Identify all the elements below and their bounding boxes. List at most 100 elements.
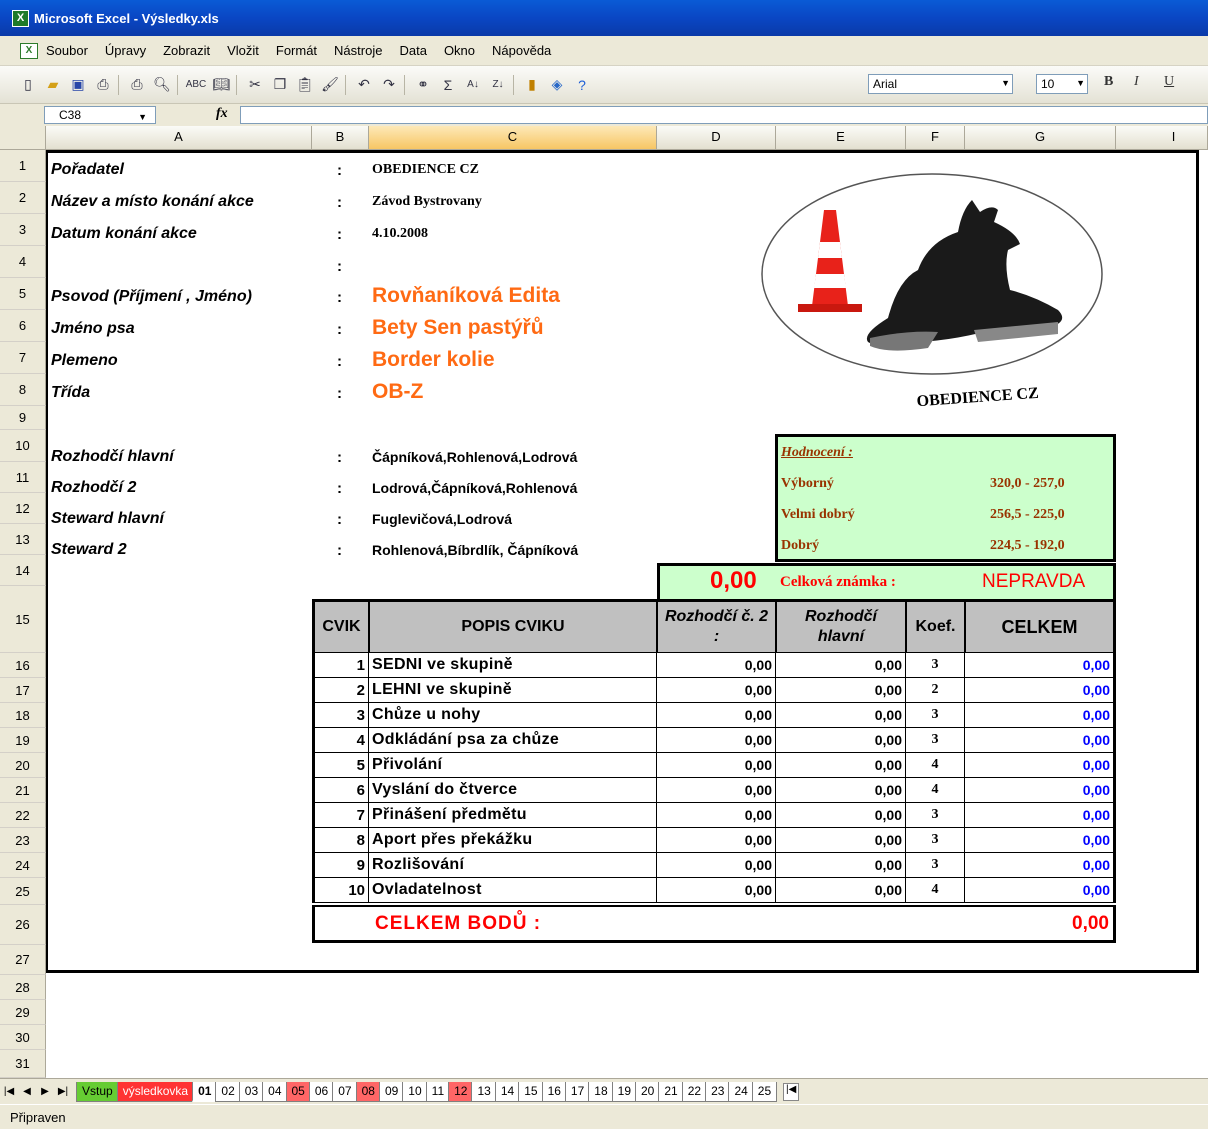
last-sheet-icon[interactable]: ▶| <box>54 1086 72 1097</box>
score-rozhodci-2[interactable]: 0,00 <box>657 728 776 753</box>
score-rozhodci-hlavni[interactable]: 0,00 <box>776 678 906 703</box>
row-header[interactable]: 19 <box>0 728 46 753</box>
research-icon[interactable]: 📖︎ <box>210 74 232 96</box>
row-total[interactable]: 0,00 <box>965 728 1116 753</box>
menu-vlozit[interactable]: Vložit <box>227 43 259 58</box>
sheet-tab[interactable]: 15 <box>518 1081 544 1102</box>
value-nazev[interactable]: Závod Bystrovany <box>372 190 482 214</box>
col-header-a[interactable]: A <box>46 126 312 150</box>
col-header-i[interactable]: I <box>1140 126 1208 150</box>
col-header-e[interactable]: E <box>776 126 906 150</box>
cvik-name[interactable]: Rozlišování <box>369 853 657 878</box>
sheet-tab[interactable]: 13 <box>471 1081 497 1102</box>
score-result[interactable]: NEPRAVDA <box>982 571 1085 593</box>
sheet-tab[interactable]: 09 <box>378 1081 405 1102</box>
row-total[interactable]: 0,00 <box>965 703 1116 728</box>
koeficient[interactable]: 3 <box>906 653 965 678</box>
row-header[interactable]: 3 <box>0 214 46 246</box>
row-header[interactable]: 30 <box>0 1025 46 1050</box>
formula-input[interactable] <box>240 106 1208 124</box>
score-rozhodci-hlavni[interactable]: 0,00 <box>776 753 906 778</box>
score-rozhodci-2[interactable]: 0,00 <box>657 828 776 853</box>
prev-sheet-icon[interactable]: ◀ <box>18 1086 36 1097</box>
col-header-f[interactable]: F <box>906 126 965 150</box>
row-header[interactable]: 16 <box>0 653 46 678</box>
row-header[interactable]: 22 <box>0 803 46 828</box>
cvik-number[interactable]: 1 <box>312 653 369 678</box>
value-steward-hlavni[interactable]: Fuglevičová,Lodrová <box>372 506 512 532</box>
chevron-down-icon[interactable]: ▼ <box>1001 78 1010 88</box>
koeficient[interactable]: 3 <box>906 803 965 828</box>
score-rozhodci-hlavni[interactable]: 0,00 <box>776 828 906 853</box>
score-rozhodci-hlavni[interactable]: 0,00 <box>776 803 906 828</box>
autosum-icon[interactable]: Σ <box>437 74 459 96</box>
row-header[interactable]: 7 <box>0 342 46 374</box>
score-rozhodci-hlavni[interactable]: 0,00 <box>776 853 906 878</box>
cut-icon[interactable]: ✂ <box>244 74 266 96</box>
value-psovod[interactable]: Rovňaníková Edita <box>372 282 560 310</box>
select-all-corner[interactable] <box>0 126 46 150</box>
permission-icon[interactable]: ⎙ <box>92 74 114 96</box>
menu-soubor[interactable]: Soubor <box>46 43 88 58</box>
row-header[interactable]: 12 <box>0 493 46 524</box>
format-painter-icon[interactable]: 🖌︎ <box>319 74 341 96</box>
score-rozhodci-hlavni[interactable]: 0,00 <box>776 703 906 728</box>
cvik-name[interactable]: LEHNI ve skupině <box>369 678 657 703</box>
sheet-tab[interactable]: 11 <box>425 1081 451 1102</box>
sort-desc-icon[interactable]: Z↓ <box>487 74 509 96</box>
sheet-tab[interactable]: 24 <box>728 1081 754 1102</box>
score-rozhodci-hlavni[interactable]: 0,00 <box>776 878 906 903</box>
cvik-number[interactable]: 3 <box>312 703 369 728</box>
koeficient[interactable]: 4 <box>906 878 965 903</box>
value-trida[interactable]: OB-Z <box>372 378 423 406</box>
row-header[interactable]: 11 <box>0 462 46 493</box>
row-header[interactable]: 20 <box>0 753 46 778</box>
row-header[interactable]: 2 <box>0 182 46 214</box>
paste-icon[interactable]: 📋︎ <box>294 74 316 96</box>
underline-button[interactable]: U <box>1164 74 1174 90</box>
row-header[interactable]: 25 <box>0 878 46 905</box>
row-header[interactable]: 23 <box>0 828 46 853</box>
sheet-tab[interactable]: 10 <box>402 1081 428 1102</box>
col-header-g[interactable]: G <box>965 126 1116 150</box>
sheet-tab[interactable]: 03 <box>238 1081 265 1102</box>
row-header[interactable]: 13 <box>0 524 46 555</box>
sheet-tab[interactable]: 12 <box>448 1081 474 1102</box>
next-sheet-icon[interactable]: ▶ <box>36 1086 54 1097</box>
row-header[interactable]: 29 <box>0 1000 46 1025</box>
row-header[interactable]: 6 <box>0 310 46 342</box>
tab-scroll-icon[interactable]: |◀ <box>783 1082 800 1101</box>
cvik-number[interactable]: 10 <box>312 878 369 903</box>
row-total[interactable]: 0,00 <box>965 653 1116 678</box>
score-value[interactable]: 0,00 <box>710 567 757 595</box>
row-header[interactable]: 28 <box>0 975 46 1000</box>
row-total[interactable]: 0,00 <box>965 753 1116 778</box>
menu-okno[interactable]: Okno <box>444 43 475 58</box>
cvik-name[interactable]: Aport přes překážku <box>369 828 657 853</box>
row-header[interactable]: 18 <box>0 703 46 728</box>
score-rozhodci-hlavni[interactable]: 0,00 <box>776 778 906 803</box>
value-poradatel[interactable]: OBEDIENCE CZ <box>372 158 479 182</box>
value-plemeno[interactable]: Border kolie <box>372 346 495 374</box>
row-header[interactable]: 5 <box>0 278 46 310</box>
menu-napoveda[interactable]: Nápověda <box>492 43 551 58</box>
koeficient[interactable]: 3 <box>906 828 965 853</box>
cvik-name[interactable]: Odkládání psa za chůze <box>369 728 657 753</box>
value-rozhodci-hlavni[interactable]: Čápníková,Rohlenová,Lodrová <box>372 444 577 470</box>
sheet-tab[interactable]: 18 <box>588 1081 614 1102</box>
koeficient[interactable]: 2 <box>906 678 965 703</box>
value-pes[interactable]: Bety Sen pastýřů <box>372 314 544 342</box>
cvik-name[interactable]: Přinášení předmětu <box>369 803 657 828</box>
new-icon[interactable]: ▯ <box>17 74 39 96</box>
menu-upravy[interactable]: Úpravy <box>105 43 146 58</box>
row-header[interactable]: 4 <box>0 246 46 278</box>
row-total[interactable]: 0,00 <box>965 878 1116 903</box>
help-icon[interactable]: ? <box>571 74 593 96</box>
menu-nastroje[interactable]: Nástroje <box>334 43 382 58</box>
score-rozhodci-2[interactable]: 0,00 <box>657 853 776 878</box>
sheet-tab[interactable]: 14 <box>494 1081 521 1102</box>
koeficient[interactable]: 3 <box>906 728 965 753</box>
score-rozhodci-2[interactable]: 0,00 <box>657 878 776 903</box>
undo-icon[interactable]: ↶ <box>353 74 375 96</box>
col-header-b[interactable]: B <box>312 126 369 150</box>
